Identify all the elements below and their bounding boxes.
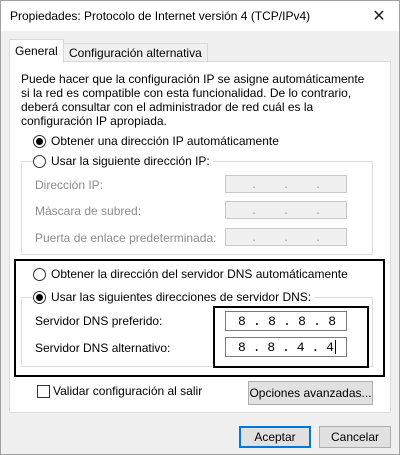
radio-ip-auto-label: Obtener una dirección IP automáticamente	[51, 134, 279, 148]
radio-dns-manual[interactable]: Usar las siguientes direcciones de servi…	[33, 290, 315, 304]
window-title: Propiedades: Protocolo de Internet versi…	[10, 9, 311, 23]
radio-ip-manual-button[interactable]	[33, 154, 46, 168]
validate-checkbox[interactable]	[37, 385, 50, 398]
subnet-mask-input[interactable]: . . .	[225, 201, 347, 219]
alternate-dns-input[interactable]: 8 . 8 . 4 . 4	[225, 337, 347, 357]
text-cursor	[334, 340, 336, 355]
cancel-button[interactable]: Cancelar	[319, 426, 391, 448]
accept-button[interactable]: Aceptar	[239, 426, 311, 448]
radio-ip-auto[interactable]: Obtener una dirección IP automáticamente	[33, 134, 279, 148]
ip-address-input[interactable]: . . .	[225, 175, 347, 193]
close-icon: ✕	[372, 8, 386, 25]
preferred-dns-input[interactable]: 8 . 8 . 8 . 8	[225, 311, 347, 331]
radio-dns-auto[interactable]: Obtener la dirección del servidor DNS au…	[33, 267, 348, 281]
radio-ip-auto-button[interactable]	[33, 134, 46, 148]
radio-dns-auto-label: Obtener la dirección del servidor DNS au…	[51, 267, 348, 281]
alternate-dns-label: Servidor DNS alternativo:	[35, 341, 171, 355]
title-bar: Propiedades: Protocolo de Internet versi…	[1, 1, 399, 31]
dialog-window: Propiedades: Protocolo de Internet versi…	[0, 0, 400, 455]
subnet-mask-label: Máscara de subred:	[35, 204, 142, 218]
radio-dns-auto-button[interactable]	[33, 267, 46, 281]
close-button[interactable]: ✕	[359, 1, 399, 31]
ip-address-label: Dirección IP:	[35, 178, 104, 192]
radio-ip-manual[interactable]: Usar la siguiente dirección IP:	[33, 154, 213, 168]
validate-label: Validar configuración al salir	[53, 384, 203, 398]
radio-ip-manual-label: Usar la siguiente dirección IP:	[51, 154, 210, 168]
radio-dns-manual-label: Usar las siguientes direcciones de servi…	[51, 290, 312, 304]
tab-alternate-config[interactable]: Configuración alternativa	[63, 43, 208, 62]
radio-dns-manual-button[interactable]	[33, 290, 46, 304]
preferred-dns-label: Servidor DNS preferido:	[35, 314, 163, 328]
gateway-label: Puerta de enlace predeterminada:	[35, 231, 217, 245]
gateway-input[interactable]: . . .	[225, 228, 347, 246]
advanced-options-button[interactable]: Opciones avanzadas...	[248, 381, 373, 405]
tab-general[interactable]: General	[9, 39, 64, 63]
description-text: Puede hacer que la configuración IP se a…	[21, 72, 365, 128]
